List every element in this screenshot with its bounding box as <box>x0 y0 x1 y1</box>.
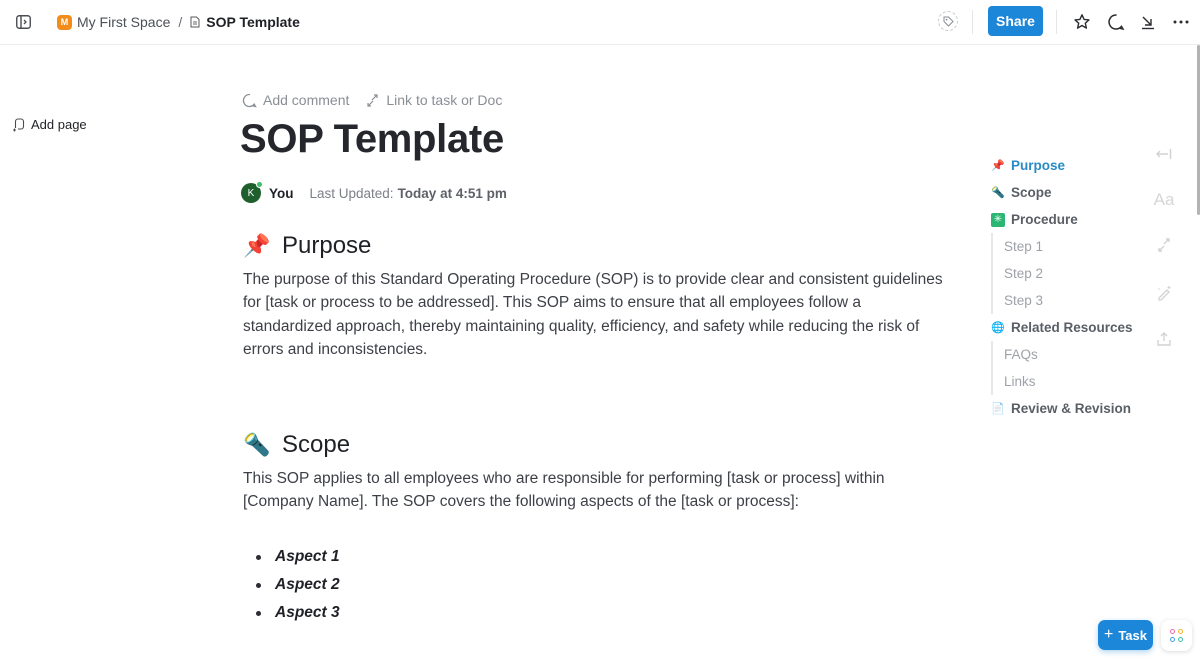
toc-item-scope[interactable]: 🔦 Scope <box>991 179 1141 206</box>
apps-grid-icon <box>1170 629 1183 642</box>
doc-actions: Add comment Link to task or Doc <box>242 92 518 108</box>
list-item[interactable]: Aspect 2 <box>256 571 340 599</box>
toc-item-procedure[interactable]: ✳ Procedure <box>991 206 1141 233</box>
section-heading-scope[interactable]: 🔦 Scope <box>243 431 351 459</box>
link-arrows-icon <box>367 93 378 107</box>
add-task-button[interactable]: + Task <box>1098 620 1153 650</box>
toc-item-step-2[interactable]: Step 2 <box>991 260 1141 287</box>
tag-button[interactable] <box>938 11 958 31</box>
top-bar: M My First Space / SOP Template Share <box>0 0 1200 45</box>
more-options-icon[interactable] <box>1171 12 1191 32</box>
page-title[interactable]: SOP Template <box>240 117 504 162</box>
toc-label: Scope <box>1011 185 1052 200</box>
divider <box>1056 10 1057 34</box>
comment-icon[interactable] <box>1106 12 1126 32</box>
pushpin-icon: 📌 <box>991 160 1005 172</box>
sparkle-icon: ✳ <box>991 212 1005 227</box>
document-icon <box>190 16 200 28</box>
tag-icon <box>943 16 954 27</box>
add-page-button[interactable]: Add page <box>12 117 87 132</box>
add-page-label: Add page <box>31 117 87 132</box>
collapse-toc-icon[interactable] <box>1154 144 1174 164</box>
add-comment-label: Add comment <box>263 92 350 108</box>
toc-item-step-1[interactable]: Step 1 <box>991 233 1141 260</box>
space-avatar: M <box>57 14 72 30</box>
section-heading-text: Scope <box>282 431 351 458</box>
toc-item-step-3[interactable]: Step 3 <box>991 287 1141 314</box>
divider <box>972 10 973 34</box>
toc-item-faqs[interactable]: FAQs <box>991 341 1141 368</box>
avatar[interactable]: K <box>241 181 263 203</box>
toc-label: Purpose <box>1011 158 1066 173</box>
avatar-initial: K <box>247 187 255 199</box>
add-task-label: Task <box>1118 627 1147 643</box>
ai-pen-icon[interactable] <box>1154 283 1174 303</box>
table-of-contents: 📌 Purpose 🔦 Scope ✳ Procedure Step 1 Ste… <box>991 152 1141 422</box>
flashlight-icon: 🔦 <box>991 187 1005 199</box>
link-arrows-icon[interactable] <box>1154 235 1174 255</box>
flashlight-icon: 🔦 <box>243 432 271 457</box>
aspects-list: Aspect 1 Aspect 2 Aspect 3 <box>256 543 340 627</box>
export-share-icon[interactable] <box>1154 329 1174 349</box>
pushpin-icon: 📌 <box>243 233 271 258</box>
add-comment-button[interactable]: Add comment <box>242 92 349 108</box>
scope-paragraph[interactable]: This SOP applies to all employees who ar… <box>243 467 943 514</box>
author-name: You <box>269 185 294 201</box>
last-updated-value: Today at 4:51 pm <box>397 185 507 201</box>
plus-icon: + <box>1103 626 1114 643</box>
link-task-label: Link to task or Doc <box>386 92 503 108</box>
globe-icon: 🌐 <box>991 322 1005 334</box>
breadcrumb: M My First Space / SOP Template <box>57 12 300 32</box>
page-icon: 📄 <box>991 403 1005 415</box>
toc-item-related-resources[interactable]: 🌐 Related Resources <box>991 314 1141 341</box>
online-status-dot <box>256 181 263 188</box>
toc-item-purpose[interactable]: 📌 Purpose <box>991 152 1141 179</box>
star-icon[interactable] <box>1072 12 1092 32</box>
last-updated-label: Last Updated: <box>309 185 394 201</box>
section-heading-text: Purpose <box>282 232 372 259</box>
list-item[interactable]: Aspect 1 <box>256 543 340 571</box>
sidebar-toggle-icon[interactable] <box>14 13 32 31</box>
share-button[interactable]: Share <box>988 6 1043 36</box>
comment-icon <box>242 93 257 107</box>
toc-label: Review & Revision <box>1011 401 1132 416</box>
doc-meta: K You Last Updated: Today at 4:51 pm <box>241 181 507 203</box>
toc-item-links[interactable]: Links <box>991 368 1141 395</box>
link-task-button[interactable]: Link to task or Doc <box>365 92 502 108</box>
toc-label: Related Resources <box>1011 320 1133 335</box>
breadcrumb-space[interactable]: My First Space <box>77 14 170 30</box>
toc-label: Procedure <box>1011 212 1078 227</box>
typography-icon[interactable]: Aa <box>1154 190 1175 210</box>
breadcrumb-separator: / <box>178 14 183 30</box>
toc-item-review-revision[interactable]: 📄 Review & Revision <box>991 395 1141 422</box>
section-heading-purpose[interactable]: 📌 Purpose <box>243 232 372 260</box>
add-page-icon <box>13 117 25 131</box>
purpose-paragraph[interactable]: The purpose of this Standard Operating P… <box>243 268 943 361</box>
apps-button[interactable] <box>1161 620 1192 651</box>
collapse-arrow-icon[interactable] <box>1138 12 1158 32</box>
list-item[interactable]: Aspect 3 <box>256 599 340 627</box>
breadcrumb-doc[interactable]: SOP Template <box>206 14 300 30</box>
